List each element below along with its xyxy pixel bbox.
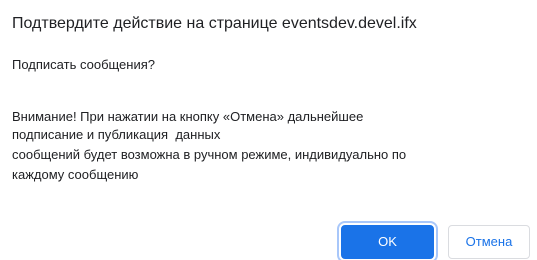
warning-line-3: сообщений будет возможна в ручном режиме…: [12, 147, 407, 162]
warning-line-1: Внимание! При нажатии на кнопку «Отмена»…: [12, 109, 364, 124]
ok-button[interactable]: OK: [341, 225, 434, 259]
cancel-button[interactable]: Отмена: [448, 225, 530, 259]
dialog-question: Подписать сообщения?: [12, 57, 155, 72]
warning-line-2: подписание и публикация данных: [12, 127, 221, 142]
dialog-title: Подтвердите действие на странице eventsd…: [12, 15, 417, 32]
warning-line-4: каждому сообщению: [12, 167, 139, 182]
confirm-dialog: Подтвердите действие на странице eventsd…: [0, 0, 537, 260]
